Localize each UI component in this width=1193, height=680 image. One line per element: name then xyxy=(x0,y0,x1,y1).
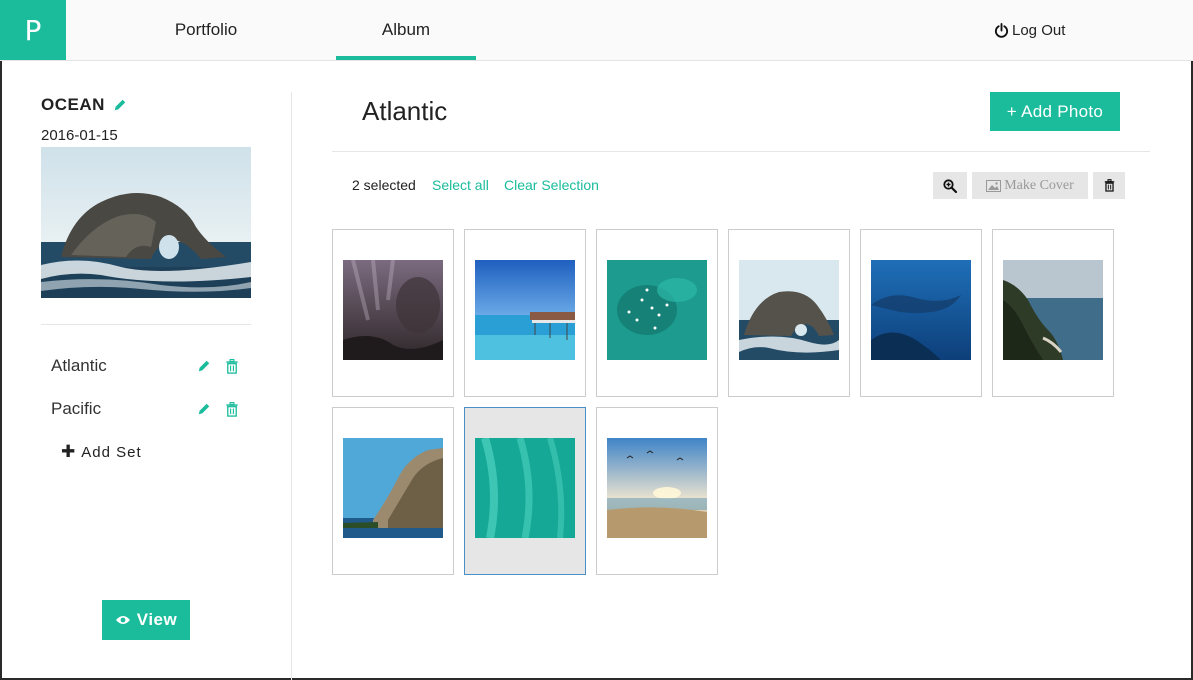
tab-album[interactable]: Album xyxy=(336,0,476,60)
set-item-atlantic[interactable]: Atlantic xyxy=(51,351,251,381)
set-item-pacific[interactable]: Pacific xyxy=(51,394,251,424)
add-set-label: Add Set xyxy=(81,443,142,461)
view-album-button[interactable]: View xyxy=(102,600,190,640)
top-navbar: P Portfolio Album Log Out xyxy=(0,0,1193,61)
sidebar-separator xyxy=(41,324,251,325)
photo-card[interactable] xyxy=(464,229,586,397)
selected-count: 2 selected xyxy=(352,177,416,193)
zoom-button[interactable] xyxy=(933,172,967,199)
photo-whale-shark-underwater xyxy=(871,260,971,360)
make-cover-label: Make Cover xyxy=(1004,177,1074,193)
view-label: View xyxy=(136,610,178,629)
window-border-left xyxy=(0,61,2,680)
add-set-button[interactable]: ✚ Add Set xyxy=(61,442,142,462)
album-date: 2016-01-15 xyxy=(41,127,118,144)
make-cover-button[interactable]: Make Cover xyxy=(972,172,1088,199)
album-title: OCEAN xyxy=(41,95,127,115)
photo-card[interactable] xyxy=(464,407,586,575)
photo-aerial-turquoise-water xyxy=(475,438,575,538)
set-item-label: Atlantic xyxy=(51,356,107,375)
delete-set-trash-icon[interactable] xyxy=(225,401,239,417)
photo-card[interactable] xyxy=(596,229,718,397)
photo-card[interactable] xyxy=(860,229,982,397)
edit-set-pencil-icon[interactable] xyxy=(197,359,211,373)
clear-selection-link[interactable]: Clear Selection xyxy=(504,177,599,193)
photo-rock-arch-sea xyxy=(739,260,839,360)
set-title: Atlantic xyxy=(362,96,448,126)
eye-icon xyxy=(115,616,130,624)
photo-card[interactable] xyxy=(332,407,454,575)
album-title-text: OCEAN xyxy=(41,95,105,114)
add-photo-button[interactable]: + Add Photo xyxy=(990,92,1120,131)
set-item-label: Pacific xyxy=(51,399,102,418)
photo-card[interactable] xyxy=(332,229,454,397)
photo-sea-cliff-blue-sky xyxy=(343,438,443,538)
logout-label: Log Out xyxy=(1012,22,1066,39)
app-logo[interactable]: P xyxy=(0,0,66,60)
photo-card[interactable] xyxy=(596,407,718,575)
select-all-link[interactable]: Select all xyxy=(432,177,489,193)
image-icon xyxy=(986,179,1002,192)
header-separator xyxy=(332,151,1150,152)
edit-set-pencil-icon[interactable] xyxy=(197,402,211,416)
delete-photos-button[interactable] xyxy=(1093,172,1125,199)
photo-card[interactable] xyxy=(728,229,850,397)
plus-icon: ✚ xyxy=(61,442,77,461)
photo-aerial-reef-swimmers xyxy=(607,260,707,360)
album-cover-image xyxy=(41,147,251,298)
tab-portfolio[interactable]: Portfolio xyxy=(140,0,272,60)
photo-card[interactable] xyxy=(992,229,1114,397)
trash-icon xyxy=(1104,179,1114,192)
power-icon xyxy=(994,23,1009,38)
photo-coastal-cliffs-bay xyxy=(1003,260,1103,360)
photo-sunset-beach-birds xyxy=(607,438,707,538)
zoom-in-icon xyxy=(943,178,957,193)
photo-pier-over-lagoon xyxy=(475,260,575,360)
logout-button[interactable]: Log Out xyxy=(994,22,1065,39)
photo-underwater-fish-school xyxy=(343,260,443,360)
edit-album-pencil-icon[interactable] xyxy=(113,98,127,112)
delete-set-trash-icon[interactable] xyxy=(225,358,239,374)
sidebar-divider xyxy=(291,92,292,680)
